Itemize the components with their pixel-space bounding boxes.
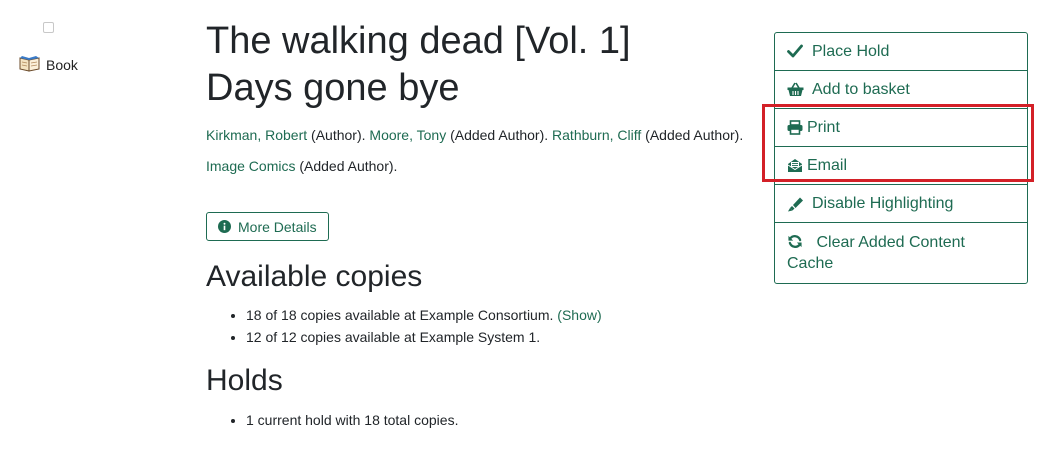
place-hold-button[interactable]: Place Hold xyxy=(775,33,1027,71)
more-details-button[interactable]: More Details xyxy=(206,212,329,241)
author-role: (Author). xyxy=(311,127,366,143)
print-button[interactable]: Print xyxy=(775,109,1027,147)
email-button[interactable]: Email xyxy=(775,147,1027,185)
record-title: The walking dead [Vol. 1] Days gone bye xyxy=(206,18,766,112)
title-line-2: Days gone bye xyxy=(206,67,460,109)
refresh-icon xyxy=(787,234,805,249)
holds-list: 1 current hold with 18 total copies. xyxy=(206,409,458,431)
record-actions-panel: Place Hold Add to basket Print Email Dis… xyxy=(774,32,1028,284)
email-label: Email xyxy=(807,157,848,174)
print-icon xyxy=(787,120,805,135)
list-item: 18 of 18 copies available at Example Con… xyxy=(246,304,602,326)
basket-icon xyxy=(787,82,805,97)
title-line-1: The walking dead [Vol. 1] xyxy=(206,20,631,62)
add-to-basket-label: Add to basket xyxy=(812,81,910,98)
highlighter-icon xyxy=(787,196,805,212)
author-link[interactable]: Kirkman, Robert xyxy=(206,127,307,143)
list-item: 1 current hold with 18 total copies. xyxy=(246,409,458,431)
disable-highlighting-label: Disable Highlighting xyxy=(812,195,954,212)
clear-cache-label: Clear Added Content Cache xyxy=(787,234,965,272)
available-copies-list: 18 of 18 copies available at Example Con… xyxy=(206,304,602,348)
author-list: Kirkman, Robert (Author). Moore, Tony (A… xyxy=(206,120,766,182)
format-label: Book xyxy=(46,56,78,73)
availability-text: 12 of 12 copies available at Example Sys… xyxy=(246,329,541,345)
envelope-icon xyxy=(787,158,805,173)
book-icon xyxy=(19,54,46,75)
info-circle-icon xyxy=(218,220,231,233)
record-main: The walking dead [Vol. 1] Days gone bye … xyxy=(206,18,766,182)
print-label: Print xyxy=(807,119,840,136)
format-indicator: Book xyxy=(19,54,78,75)
list-item: 12 of 12 copies available at Example Sys… xyxy=(246,326,602,348)
author-link[interactable]: Image Comics xyxy=(206,158,295,174)
clear-cache-button[interactable]: Clear Added Content Cache xyxy=(775,223,1027,283)
place-hold-label: Place Hold xyxy=(812,43,890,60)
author-role: (Added Author). xyxy=(645,127,744,143)
author-link[interactable]: Moore, Tony xyxy=(369,127,446,143)
show-link[interactable]: (Show) xyxy=(557,307,601,323)
available-copies-heading: Available copies xyxy=(206,260,423,293)
author-link[interactable]: Rathburn, Cliff xyxy=(552,127,641,143)
add-to-basket-button[interactable]: Add to basket xyxy=(775,71,1027,109)
check-icon xyxy=(787,44,805,58)
disable-highlighting-button[interactable]: Disable Highlighting xyxy=(775,185,1027,223)
author-role: (Added Author). xyxy=(450,127,549,143)
author-role: (Added Author). xyxy=(299,158,398,174)
holds-heading: Holds xyxy=(206,364,283,397)
availability-text: 18 of 18 copies available at Example Con… xyxy=(246,307,554,323)
select-checkbox[interactable] xyxy=(43,22,54,33)
more-details-label: More Details xyxy=(238,218,317,235)
